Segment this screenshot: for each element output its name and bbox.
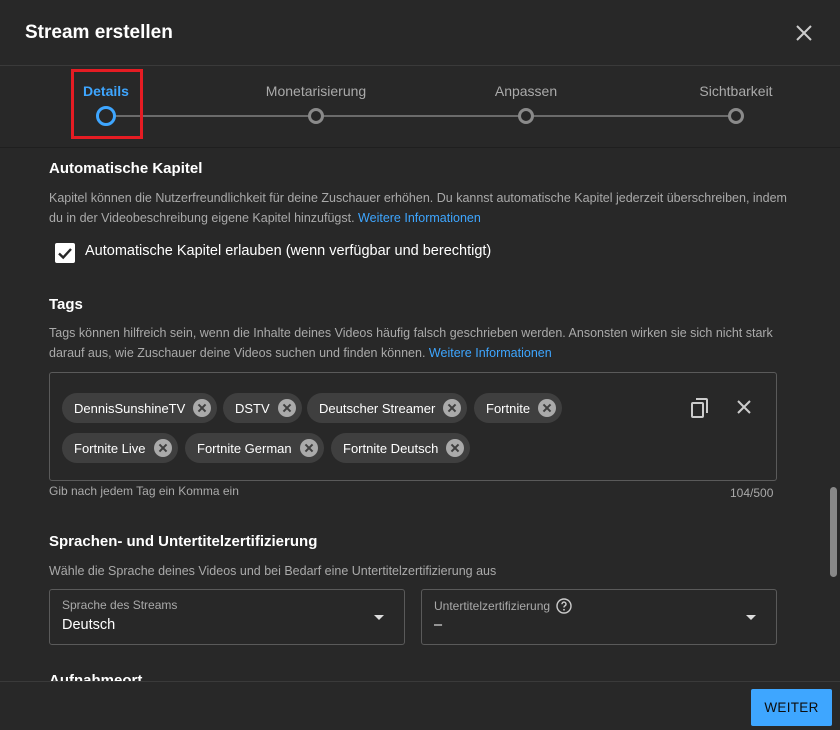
dropdown-arrow-icon [746,615,756,620]
language-title: Sprachen- und Untertitelzertifizierung [49,533,318,550]
stepper: Details Monetarisierung Anpassen Sichtba… [0,66,840,148]
stream-language-label: Sprache des Streams [62,598,178,612]
dialog-footer [0,681,840,730]
tag-chip: Fortnite Deutsch [331,433,471,463]
auto-chapters-label: Automatische Kapitel erlauben (wenn verf… [85,243,492,259]
chapters-description: Kapitel können die Nutzerfreundlichkeit … [49,191,787,225]
remove-tag-icon[interactable] [153,439,172,457]
remove-tag-icon[interactable] [299,439,318,457]
tag-chip: DennisSunshineTV [62,393,218,423]
step-dot [518,108,534,124]
close-icon [796,25,812,41]
remove-tag-icon[interactable] [443,399,462,417]
tags-input-box[interactable]: DennisSunshineTV DSTV Deutscher Streamer… [49,372,777,481]
checkmark-icon [58,248,72,260]
help-icon[interactable] [556,598,572,614]
caption-certification-label-row: Untertitelzertifizierung [434,598,572,614]
caption-certification-label: Untertitelzertifizierung [434,599,551,613]
tag-chip: Fortnite Live [62,433,178,463]
chapters-title: Automatische Kapitel [49,160,203,177]
step-label: Monetarisierung [265,83,367,99]
tags-learn-more-link[interactable]: Weitere Informationen [429,346,552,360]
step-label: Anpassen [494,83,558,99]
stream-language-value: Deutsch [62,617,116,633]
tag-chip: Fortnite [474,393,563,423]
step-label: Details [83,83,129,99]
dialog-content: Automatische Kapitel Kapitel können die … [0,148,840,681]
tags-description: Tags können hilfreich sein, wenn die Inh… [49,326,773,360]
stepper-line [106,115,736,117]
remove-tag-icon[interactable] [446,439,465,457]
location-title: Aufnahmeort [49,672,143,681]
chapters-learn-more-link[interactable]: Weitere Informationen [358,211,481,225]
auto-chapters-checkbox[interactable] [55,243,75,263]
tags-title: Tags [49,296,83,313]
dialog-header: Stream erstellen [0,0,840,66]
caption-certification-value: – [434,617,443,633]
clear-tags-icon[interactable] [733,396,755,418]
stream-language-select[interactable]: Sprache des Streams Deutsch [49,589,405,645]
step-dot-active [96,106,116,126]
copy-icon[interactable] [688,396,712,420]
dialog-title: Stream erstellen [25,22,173,43]
tag-chip: DSTV [223,393,302,423]
close-button[interactable] [792,21,816,45]
step-label: Sichtbarkeit [699,83,773,99]
step-dot [308,108,324,124]
remove-tag-icon[interactable] [277,399,296,417]
language-description: Wähle die Sprache deines Videos und bei … [49,564,497,578]
remove-tag-icon[interactable] [193,399,212,417]
tag-chip: Fortnite German [185,433,324,463]
scrollbar-thumb[interactable] [830,487,837,577]
caption-certification-select[interactable]: Untertitelzertifizierung – [421,589,777,645]
tags-hint: Gib nach jedem Tag ein Komma ein [49,484,239,498]
next-button[interactable]: WEITER [751,689,832,726]
remove-tag-icon[interactable] [538,399,557,417]
step-dot [728,108,744,124]
dropdown-arrow-icon [374,615,384,620]
tags-counter: 104/500 [730,486,774,500]
tag-chip: Deutscher Streamer [307,393,468,423]
